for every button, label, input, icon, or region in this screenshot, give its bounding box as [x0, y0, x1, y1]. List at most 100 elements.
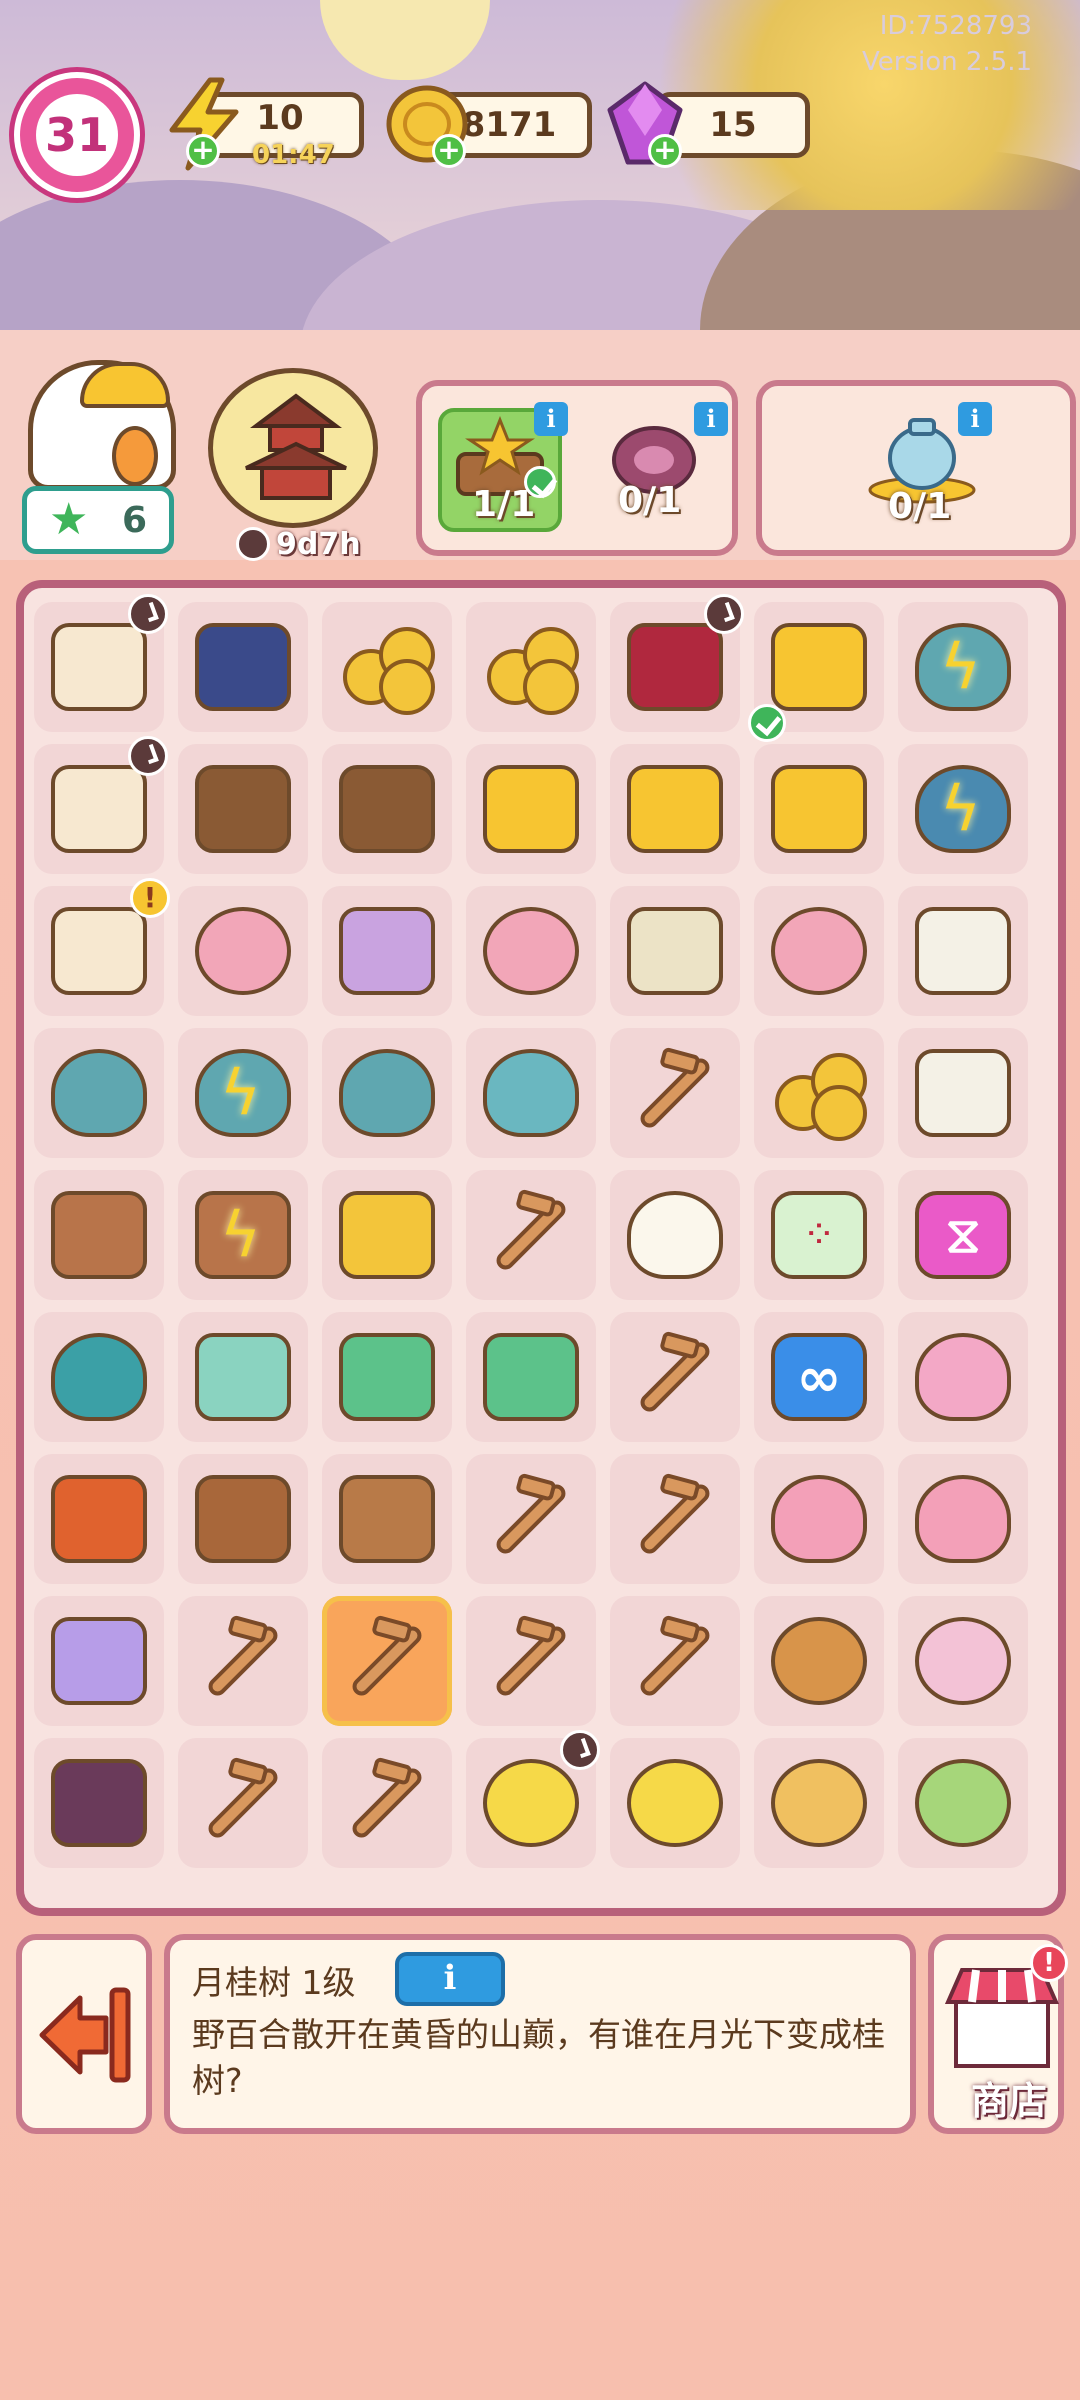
- board-cell[interactable]: [466, 1170, 596, 1300]
- board-cell[interactable]: [610, 744, 740, 874]
- board-cell[interactable]: [322, 1596, 452, 1726]
- energy-bolt-icon: ϟ: [940, 630, 981, 703]
- board-cell[interactable]: [178, 1738, 308, 1868]
- board-cell[interactable]: [34, 594, 168, 732]
- board-cell[interactable]: [610, 594, 744, 732]
- board-cell[interactable]: [466, 602, 596, 732]
- star-shape: [483, 765, 579, 853]
- board-cell[interactable]: !: [34, 878, 170, 1016]
- board-cell[interactable]: ⁘: [754, 1170, 884, 1300]
- sapling-icon: [474, 1036, 588, 1150]
- board-cell[interactable]: [466, 744, 596, 874]
- board-cell[interactable]: [178, 1596, 308, 1726]
- star-plate-shape: [771, 765, 867, 853]
- lunch-box-shape: [51, 1475, 147, 1563]
- board-cell[interactable]: ∞: [754, 1312, 884, 1442]
- board-cell[interactable]: [754, 1596, 884, 1726]
- board-cell[interactable]: [466, 1730, 600, 1868]
- coin-shape: [811, 1085, 867, 1141]
- info-icon[interactable]: i: [534, 402, 568, 436]
- pink-ribbon-icon: [906, 1462, 1020, 1576]
- leaf-shape: [51, 1333, 147, 1421]
- leaf-icon: [42, 1320, 156, 1434]
- board-cell[interactable]: [34, 1028, 164, 1158]
- star-counter[interactable]: ★ 6: [22, 486, 174, 554]
- exit-button[interactable]: [16, 1934, 152, 2134]
- info-icon[interactable]: i: [694, 402, 728, 436]
- board-cell[interactable]: [754, 744, 884, 874]
- board-cell[interactable]: ⧖: [898, 1170, 1028, 1300]
- coins-shape: [771, 1049, 867, 1141]
- board-cell[interactable]: [322, 1028, 452, 1158]
- board-cell[interactable]: [322, 744, 452, 874]
- board-cell[interactable]: [610, 1312, 740, 1442]
- board-cell[interactable]: [754, 1738, 884, 1868]
- board-cell[interactable]: [322, 1312, 452, 1442]
- mooncake-slice-shape: [771, 1759, 867, 1847]
- board-cell[interactable]: [610, 1596, 740, 1726]
- energy-bolt-icon: ϟ: [940, 772, 981, 845]
- info-icon[interactable]: i: [958, 402, 992, 436]
- board-cell[interactable]: [754, 886, 884, 1016]
- add-coins-button[interactable]: +: [432, 134, 466, 168]
- board-cell[interactable]: [466, 1596, 596, 1726]
- moon-cloud-shape: [627, 1759, 723, 1847]
- board-cell[interactable]: ϟ: [898, 602, 1028, 732]
- board-cell[interactable]: [322, 602, 452, 732]
- board-cell[interactable]: [34, 736, 168, 874]
- board-cell[interactable]: [898, 1028, 1028, 1158]
- branch-icon: [186, 1746, 300, 1860]
- board-cell[interactable]: [898, 1312, 1028, 1442]
- board-cell[interactable]: [322, 1454, 452, 1584]
- shop-button[interactable]: ! 商店: [928, 1934, 1068, 2134]
- board-cell[interactable]: [466, 1454, 596, 1584]
- energy-value: 10: [256, 98, 304, 138]
- board-cell[interactable]: [178, 602, 308, 732]
- green-tray-icon: [330, 1320, 444, 1434]
- board-cell[interactable]: [748, 602, 884, 742]
- teacup-shape: [915, 907, 1011, 995]
- board-cell[interactable]: [898, 1738, 1028, 1868]
- mooncake-shape: [771, 1617, 867, 1705]
- board-cell[interactable]: [466, 886, 596, 1016]
- board-cell[interactable]: [610, 1170, 740, 1300]
- add-energy-button[interactable]: +: [186, 134, 220, 168]
- pink-gem-shape: ⧖: [915, 1191, 1011, 1279]
- board-cell[interactable]: [466, 1312, 596, 1442]
- board-cell[interactable]: [610, 1738, 740, 1868]
- board-cell[interactable]: [178, 1312, 308, 1442]
- clock-icon: [236, 527, 270, 561]
- board-cell[interactable]: [466, 1028, 596, 1158]
- board-cell[interactable]: [34, 1454, 164, 1584]
- board-cell[interactable]: [898, 1454, 1028, 1584]
- board-cell[interactable]: [754, 1028, 884, 1158]
- board-cell[interactable]: [898, 1596, 1028, 1726]
- board-cell[interactable]: [754, 1454, 884, 1584]
- board-cell[interactable]: [610, 886, 740, 1016]
- teacup-icon: [906, 1036, 1020, 1150]
- board-cell[interactable]: [610, 1454, 740, 1584]
- board-cell[interactable]: [34, 1738, 164, 1868]
- board-cell[interactable]: [178, 886, 308, 1016]
- board-cell[interactable]: [322, 886, 452, 1016]
- board-cell[interactable]: ϟ: [178, 1170, 308, 1300]
- star-plate-icon: [618, 752, 732, 866]
- clock-icon: [128, 594, 168, 634]
- level-badge[interactable]: 31: [14, 72, 140, 198]
- star-icon: [474, 752, 588, 866]
- board-cell[interactable]: [322, 1738, 452, 1868]
- board-cell[interactable]: [898, 886, 1028, 1016]
- board-cell[interactable]: ϟ: [178, 1028, 308, 1158]
- branch-icon: [618, 1320, 732, 1434]
- board-cell[interactable]: ϟ: [898, 744, 1028, 874]
- board-cell[interactable]: [34, 1596, 164, 1726]
- item-description: 野百合散开在黄昏的山巅，有谁在月光下变成桂树?: [192, 2015, 885, 2100]
- board-cell[interactable]: [34, 1312, 164, 1442]
- item-info-button[interactable]: i: [395, 1952, 505, 2006]
- add-gems-button[interactable]: +: [648, 134, 682, 168]
- board-cell[interactable]: [34, 1170, 164, 1300]
- board-cell[interactable]: [178, 1454, 308, 1584]
- board-cell[interactable]: [610, 1028, 740, 1158]
- board-cell[interactable]: [178, 744, 308, 874]
- board-cell[interactable]: [322, 1170, 452, 1300]
